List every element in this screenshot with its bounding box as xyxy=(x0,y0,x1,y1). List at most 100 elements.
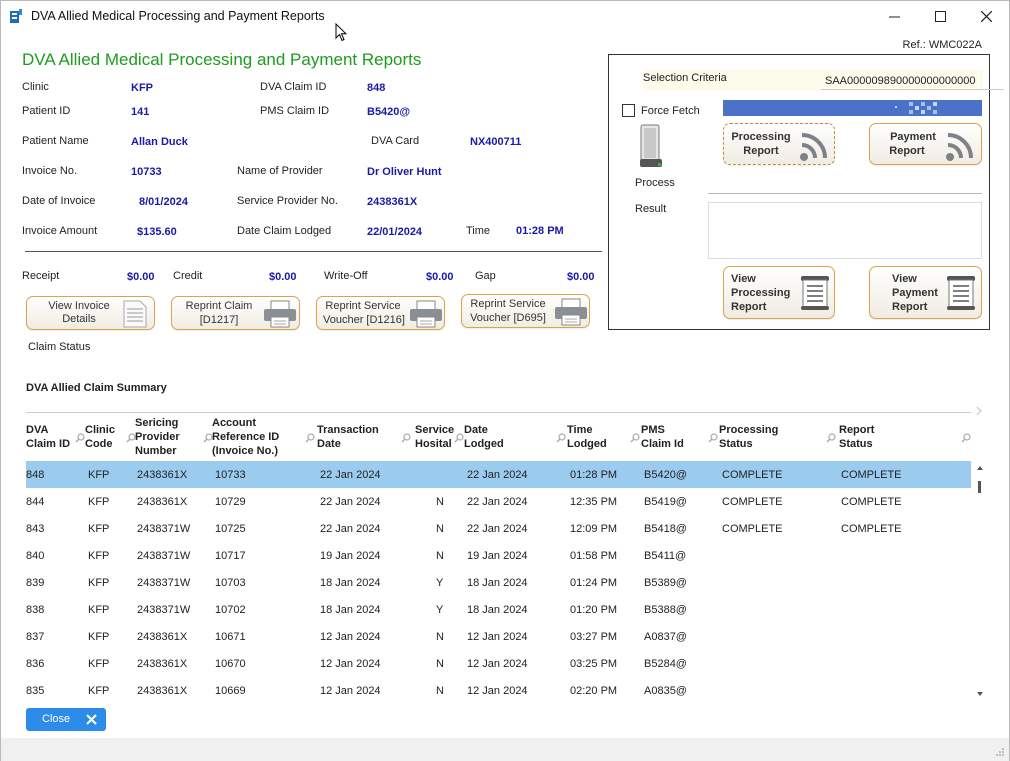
reprint-service-voucher-d1216-button[interactable]: Reprint Service Voucher [D1216] xyxy=(316,296,445,330)
title-bar: DVA Allied Medical Processing and Paymen… xyxy=(1,1,1009,32)
pms-claim-id-label: PMS Claim ID xyxy=(260,105,330,117)
table-cell: B5418@ xyxy=(644,523,687,535)
table-cell: 10733 xyxy=(215,469,246,481)
gap-value: $0.00 xyxy=(567,271,595,283)
invoice-amount-label: Invoice Amount xyxy=(22,225,98,237)
table-cell: 2438361X xyxy=(137,658,188,670)
table-cell: B5389@ xyxy=(644,577,687,589)
gap-label: Gap xyxy=(475,270,496,282)
table-row[interactable]: 835 KFP 2438361X 10669 12 Jan 2024 N 12 Jan 20… xyxy=(26,677,971,704)
column-header[interactable]: Service Hosital xyxy=(415,423,454,451)
column-search-icon[interactable] xyxy=(708,433,718,443)
chevron-right-icon[interactable] xyxy=(975,405,983,417)
credit-label: Credit xyxy=(173,270,203,282)
dva-card-label: DVA Card xyxy=(371,135,420,147)
reprint-service-voucher-d695-button[interactable]: Reprint Service Voucher [D695] xyxy=(461,294,590,328)
table-cell: 12 Jan 2024 xyxy=(320,685,381,697)
provider-name-value: Dr Oliver Hunt xyxy=(367,166,442,178)
receipt-label: Receipt xyxy=(22,270,60,282)
view-payment-report-line3: Report xyxy=(892,301,928,313)
report-sheet-icon xyxy=(947,276,975,310)
table-row[interactable]: 837 KFP 2438361X 10671 12 Jan 2024 N 12 Jan 20… xyxy=(26,623,971,650)
column-header[interactable]: Time Lodged xyxy=(567,423,607,451)
selection-criteria-field[interactable]: SAA000009890000000000000 xyxy=(821,73,1004,90)
panel-divider xyxy=(708,193,982,194)
close-window-button[interactable] xyxy=(963,1,1009,32)
table-row[interactable]: 838 KFP 2438371W 10702 18 Jan 2024 Y 18 Jan 20… xyxy=(26,596,971,623)
table-cell: Y xyxy=(436,577,444,589)
column-search-icon[interactable] xyxy=(556,433,566,443)
column-header-line: Date xyxy=(317,438,341,450)
payment-report-button[interactable]: Payment Report xyxy=(869,123,982,165)
dva-claim-id-label: DVA Claim ID xyxy=(260,81,327,93)
table-row[interactable]: 844 KFP 2438361X 10729 22 Jan 2024 N 22 Jan 20… xyxy=(26,488,971,515)
resize-grip-icon[interactable] xyxy=(995,747,1005,757)
column-header[interactable]: DVA Claim ID xyxy=(26,423,70,451)
column-header[interactable]: Report Status xyxy=(839,423,874,451)
table-cell: KFP xyxy=(88,523,110,535)
table-cell: N xyxy=(436,631,444,643)
wireless-signal-icon xyxy=(800,133,827,161)
maximize-button[interactable] xyxy=(917,1,963,32)
dva-card-value: NX400711 xyxy=(470,136,522,148)
table-row[interactable]: 839 KFP 2438371W 10703 18 Jan 2024 Y 18 Jan 20… xyxy=(26,569,971,596)
table-row[interactable]: 836 KFP 2438361X 10670 12 Jan 2024 N 12 Jan 20… xyxy=(26,650,971,677)
column-header[interactable]: Date Lodged xyxy=(464,423,504,451)
table-cell: KFP xyxy=(88,550,110,562)
table-cell: 01:28 PM xyxy=(570,469,618,481)
column-search-icon[interactable] xyxy=(305,433,315,443)
column-header-line: Sericing xyxy=(135,417,179,429)
force-fetch-label: Force Fetch xyxy=(641,105,700,117)
column-search-icon[interactable] xyxy=(630,433,640,443)
patient-name-value: Allan Duck xyxy=(131,136,188,148)
table-row[interactable]: 848 KFP 2438361X 10733 22 Jan 2024 22 Jan 202… xyxy=(26,461,971,488)
column-search-icon[interactable] xyxy=(454,433,464,443)
reprint-voucher-d1216-line1: Reprint Service xyxy=(325,300,401,312)
grid-scrollbar[interactable] xyxy=(973,461,987,701)
column-header[interactable]: Processing Status xyxy=(719,423,778,451)
processing-report-line1: Processing xyxy=(731,131,791,143)
view-processing-report-button[interactable]: View Processing Report xyxy=(723,266,835,319)
invoice-no-label: Invoice No. xyxy=(22,165,78,177)
column-header-line: Lodged xyxy=(464,438,504,450)
scroll-up-icon[interactable] xyxy=(976,465,984,471)
column-search-icon[interactable] xyxy=(826,433,836,443)
reprint-claim-button[interactable]: Reprint Claim [D1217] xyxy=(171,296,300,330)
table-cell: 840 xyxy=(26,550,45,562)
table-cell: 844 xyxy=(26,496,45,508)
column-header-line: Time xyxy=(567,424,593,436)
table-cell: 10717 xyxy=(215,550,246,562)
status-bar xyxy=(1,738,1009,761)
progress-pattern xyxy=(895,102,937,114)
column-header[interactable]: Sericing Provider Number xyxy=(135,416,180,458)
table-cell: B5284@ xyxy=(644,658,687,670)
table-cell: 2438361X xyxy=(137,631,188,643)
column-search-icon[interactable] xyxy=(961,433,971,443)
minimize-icon xyxy=(888,16,900,18)
view-payment-report-button[interactable]: View Payment Report xyxy=(869,266,982,319)
column-search-icon[interactable] xyxy=(75,433,85,443)
column-header-line: Reference ID xyxy=(212,431,280,443)
column-header[interactable]: Account Reference ID (Invoice No.) xyxy=(212,416,279,458)
view-invoice-details-button[interactable]: View Invoice Details xyxy=(26,296,155,330)
column-header[interactable]: Transaction Date xyxy=(317,423,379,451)
column-search-icon[interactable] xyxy=(401,433,411,443)
table-cell: 2438371W xyxy=(137,604,191,616)
column-header[interactable]: Clinic Code xyxy=(85,423,115,451)
table-cell: 22 Jan 2024 xyxy=(467,496,528,508)
table-row[interactable]: 843 KFP 2438371W 10725 22 Jan 2024 N 22 Jan 20… xyxy=(26,515,971,542)
payment-report-line1: Payment xyxy=(890,131,936,143)
column-header-line: Hosital xyxy=(415,438,452,450)
report-panel: SAA000009890000000000000 Selection Crite… xyxy=(608,54,1004,330)
column-header[interactable]: PMS Claim Id xyxy=(641,423,684,451)
printer-icon xyxy=(264,300,296,328)
column-header-line: (Invoice No.) xyxy=(212,445,279,457)
scroll-thumb[interactable] xyxy=(978,481,981,493)
invoice-no-value: 10733 xyxy=(131,166,162,178)
close-button[interactable]: Close xyxy=(26,708,106,731)
processing-report-button[interactable]: Processing Report xyxy=(723,123,835,165)
force-fetch-checkbox[interactable] xyxy=(622,104,635,117)
scroll-down-icon[interactable] xyxy=(976,691,984,697)
minimize-button[interactable] xyxy=(871,1,917,32)
table-row[interactable]: 840 KFP 2438371W 10717 19 Jan 2024 N 19 Jan 20… xyxy=(26,542,971,569)
